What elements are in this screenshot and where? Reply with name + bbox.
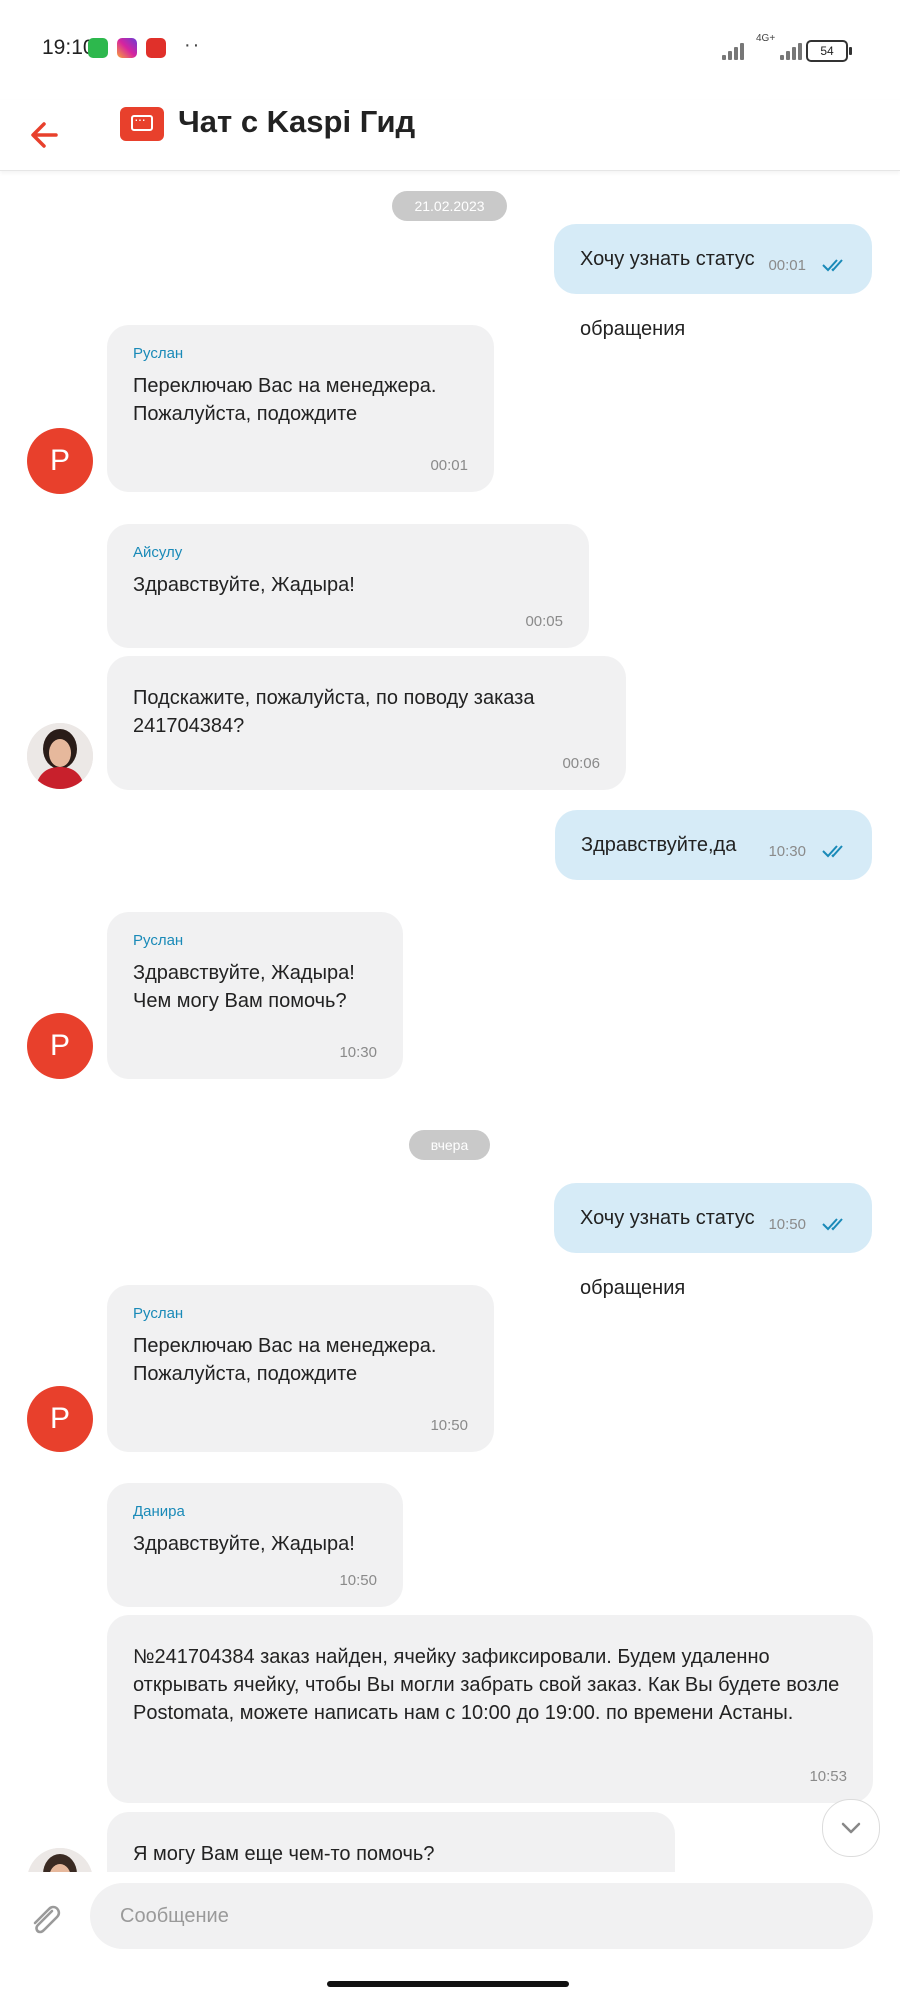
message-time: 10:50 — [339, 1572, 377, 1589]
page-title: Чат с Kaspi Гид — [178, 104, 416, 139]
incoming-message[interactable]: №241704384 заказ найден, ячейку зафиксир… — [107, 1615, 873, 1803]
message-time: 10:30 — [768, 843, 806, 860]
message-time: 00:06 — [562, 755, 600, 772]
message-time: 10:50 — [430, 1417, 468, 1434]
network-type-label: 4G+ — [756, 33, 776, 44]
message-line-1: Здравствуйте, Жадыра! — [133, 962, 355, 984]
avatar[interactable]: Р — [27, 428, 93, 494]
message-line-2: Пожалуйста, подождите — [133, 403, 358, 425]
message-text: Здравствуйте,да — [581, 834, 737, 856]
message-time: 00:01 — [768, 257, 806, 274]
message-text: Хочу узнать статус обращения — [580, 248, 755, 340]
avatar[interactable] — [27, 723, 93, 789]
incoming-message[interactable]: Данира Здравствуйте, Жадыра! 10:50 — [107, 1483, 403, 1607]
battery-icon: 54 — [806, 40, 852, 62]
incoming-message[interactable]: Я могу Вам еще чем-то помочь? — [107, 1812, 675, 1874]
avatar[interactable] — [27, 1848, 93, 1874]
message-text: №241704384 заказ найден, ячейку зафиксир… — [133, 1646, 840, 1724]
agent-photo-icon — [27, 1848, 93, 1874]
message-text: Здравствуйте, Жадыра! Чем могу Вам помочь… — [133, 959, 377, 1015]
instagram-app-icon — [117, 38, 137, 58]
message-text: Я могу Вам еще чем-то помочь? — [133, 1843, 435, 1865]
outgoing-message[interactable]: Хочу узнать статус обращения 00:01 — [554, 224, 872, 340]
status-time: 19:10 — [42, 36, 95, 59]
message-time: 10:50 — [768, 1216, 806, 1233]
double-check-icon — [822, 845, 843, 858]
sender-name: Айсулу — [133, 544, 183, 561]
message-line-2: Чем могу Вам помочь? — [133, 990, 347, 1012]
attach-button[interactable] — [24, 1899, 66, 1941]
battery-level: 54 — [820, 44, 834, 58]
phone-app-icon — [88, 38, 108, 58]
agent-photo-icon — [27, 723, 93, 789]
message-text: Переключаю Вас на менеджера. Пожалуйста, … — [133, 372, 468, 428]
message-line-2: Пожалуйста, подождите — [133, 1363, 358, 1385]
sender-name: Руслан — [133, 345, 184, 362]
double-check-icon — [822, 259, 843, 272]
message-time: 00:01 — [430, 457, 468, 474]
signal-icon — [722, 40, 744, 60]
paperclip-icon — [33, 1905, 61, 1934]
incoming-message[interactable]: Руслан Здравствуйте, Жадыра! Чем могу Вам… — [107, 912, 403, 1079]
message-text: Здравствуйте, Жадыра! — [133, 1533, 355, 1555]
message-time: 00:05 — [525, 613, 563, 630]
message-text: Здравствуйте, Жадыра! — [133, 574, 355, 596]
home-indicator[interactable] — [327, 1981, 569, 1987]
double-check-icon — [822, 1218, 843, 1231]
chevron-down-icon — [841, 1822, 861, 1834]
incoming-message[interactable]: Руслан Переключаю Вас на менеджера. Пожал… — [107, 1285, 494, 1452]
status-bar: 19:10 ·· 4G+ 54 — [0, 0, 900, 100]
message-line-1: Переключаю Вас на менеджера. — [133, 375, 437, 397]
message-text: Подскажите, пожалуйста, по поводу заказа… — [133, 687, 535, 737]
message-clip: Я могу Вам еще чем-то помочь? — [0, 1812, 900, 1874]
youtube-app-icon — [146, 38, 166, 58]
message-text: Переключаю Вас на менеджера. Пожалуйста, … — [133, 1332, 468, 1388]
incoming-message[interactable]: Подскажите, пожалуйста, по поводу заказа… — [107, 656, 626, 790]
chat-bubble-icon — [120, 107, 164, 141]
date-divider: 21.02.2023 — [392, 191, 507, 221]
sender-name: Руслан — [133, 1305, 184, 1322]
sender-name: Руслан — [133, 932, 184, 949]
outgoing-message[interactable]: Здравствуйте,да 10:30 — [555, 810, 872, 880]
message-time: 10:53 — [809, 1768, 847, 1785]
signal-icon-2 — [780, 40, 802, 60]
outgoing-message[interactable]: Хочу узнать статус обращения 10:50 — [554, 1183, 872, 1299]
scroll-to-bottom-button[interactable] — [822, 1799, 880, 1857]
message-line-1: Переключаю Вас на менеджера. — [133, 1335, 437, 1357]
avatar[interactable]: Р — [27, 1386, 93, 1452]
message-time: 10:30 — [339, 1044, 377, 1061]
sender-name: Данира — [133, 1503, 185, 1520]
message-input[interactable] — [90, 1883, 873, 1949]
more-notifications-icon: ·· — [184, 34, 202, 56]
date-divider: вчера — [409, 1130, 490, 1160]
incoming-message[interactable]: Руслан Переключаю Вас на менеджера. Пожал… — [107, 325, 494, 492]
message-text: Хочу узнать статус обращения — [580, 1207, 755, 1299]
avatar[interactable]: Р — [27, 1013, 93, 1079]
arrow-left-icon — [31, 122, 58, 148]
incoming-message[interactable]: Айсулу Здравствуйте, Жадыра! 00:05 — [107, 524, 589, 648]
back-button[interactable] — [26, 114, 68, 156]
